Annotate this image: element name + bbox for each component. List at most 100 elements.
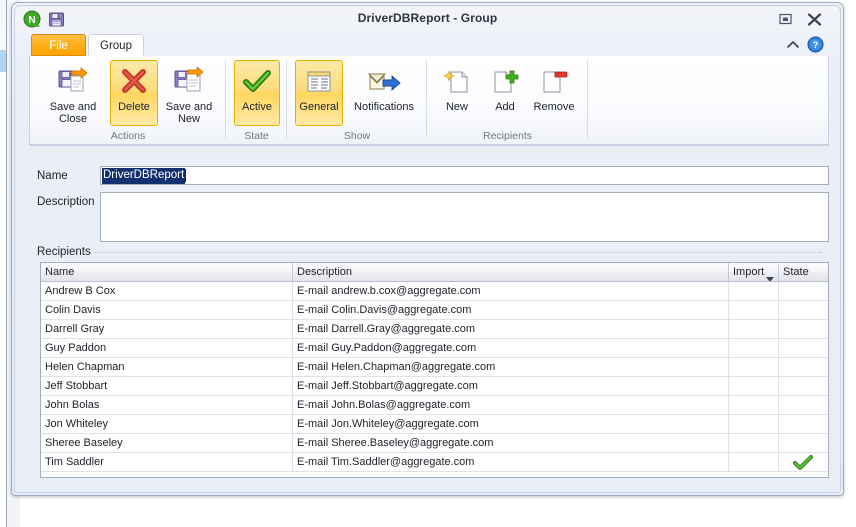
description-label: Description xyxy=(37,196,95,208)
ribbon-button-label: Add xyxy=(495,101,515,113)
cell-description: E-mail Jon.Whiteley@aggregate.com xyxy=(293,415,729,433)
table-row[interactable]: Colin Davis E-mail Colin.Davis@aggregate.… xyxy=(41,301,828,320)
description-input[interactable] xyxy=(100,192,829,242)
close-window-icon[interactable] xyxy=(805,11,824,27)
table-row[interactable]: Sheree Baseley E-mail Sheree.Baseley@aggr… xyxy=(41,434,828,453)
cell-state xyxy=(779,320,827,338)
ribbon-button-new[interactable]: New xyxy=(435,60,479,126)
tab-group[interactable]: Group xyxy=(88,34,144,56)
cell-name: Darrell Gray xyxy=(41,320,293,338)
column-header-important[interactable]: Import xyxy=(729,263,779,281)
ribbon-button-save-and-close[interactable]: Save and Close xyxy=(42,60,104,126)
window-inner: N DriverDBReport - Group File Group ? Sa… xyxy=(14,5,841,493)
table-row[interactable]: Andrew B Cox E-mail andrew.b.cox@aggregat… xyxy=(41,282,828,301)
cell-name: Jeff Stobbart xyxy=(41,377,293,395)
ribbon-bottom-divider xyxy=(30,144,828,145)
ribbon-group-state: Active State xyxy=(226,56,287,144)
save-and-close-icon xyxy=(57,65,89,99)
cell-important xyxy=(729,339,779,357)
cell-description: E-mail Jeff.Stobbart@aggregate.com xyxy=(293,377,729,395)
cell-name: Jon Whiteley xyxy=(41,415,293,433)
cell-important xyxy=(729,320,779,338)
ribbon-button-active[interactable]: Active xyxy=(234,60,280,126)
cell-description: E-mail andrew.b.cox@aggregate.com xyxy=(293,282,729,300)
ribbon-group-label: Recipients xyxy=(482,130,533,142)
ribbon-tabstrip: File Group ? xyxy=(15,34,840,56)
background-strip xyxy=(0,72,7,527)
cell-state xyxy=(779,339,827,357)
cell-description: E-mail Helen.Chapman@aggregate.com xyxy=(293,358,729,376)
tab-file[interactable]: File xyxy=(31,34,86,56)
form-area: Name DriverDBReport Description Recipien… xyxy=(15,148,840,492)
titlebar: N DriverDBReport - Group xyxy=(15,6,840,34)
save-and-new-icon xyxy=(173,65,205,99)
cell-state xyxy=(779,396,827,414)
cell-name: Sheree Baseley xyxy=(41,434,293,452)
text-caret xyxy=(185,169,187,182)
ribbon-group-label: Actions xyxy=(110,130,146,142)
background-strip xyxy=(0,0,7,26)
column-header-important-label: Import xyxy=(733,266,765,278)
table-row[interactable]: Jon Whiteley E-mail Jon.Whiteley@aggregat… xyxy=(41,415,828,434)
cell-description: E-mail Tim.Saddler@aggregate.com xyxy=(293,453,729,471)
cell-name: Andrew B Cox xyxy=(41,282,293,300)
grid-body: Andrew B Cox E-mail andrew.b.cox@aggregat… xyxy=(41,282,828,472)
ribbon-group-actions: Save and Close Delete Save and New Actio… xyxy=(30,56,226,144)
cell-name: Colin Davis xyxy=(41,301,293,319)
ribbon-button-add[interactable]: Add xyxy=(483,60,527,126)
table-row[interactable]: Guy Paddon E-mail Guy.Paddon@aggregate.co… xyxy=(41,339,828,358)
name-input-value: DriverDBReport xyxy=(102,167,186,184)
delete-x-icon xyxy=(119,65,149,99)
cell-description: E-mail Guy.Paddon@aggregate.com xyxy=(293,339,729,357)
ribbon-button-delete[interactable]: Delete xyxy=(110,60,158,126)
envelope-arrow-icon xyxy=(367,65,401,99)
name-input[interactable]: DriverDBReport xyxy=(100,166,829,185)
cell-state xyxy=(779,377,827,395)
ribbon-button-label: New xyxy=(445,101,468,113)
ribbon-button-remove[interactable]: Remove xyxy=(527,60,581,126)
chevron-up-icon[interactable] xyxy=(786,38,800,52)
cell-important xyxy=(729,301,779,319)
cell-name: John Bolas xyxy=(41,396,293,414)
cell-important xyxy=(729,358,779,376)
table-row[interactable]: Darrell Gray E-mail Darrell.Gray@aggregat… xyxy=(41,320,828,339)
chevron-down-icon[interactable] xyxy=(766,270,774,281)
cell-description: E-mail Colin.Davis@aggregate.com xyxy=(293,301,729,319)
help-question-icon[interactable]: ? xyxy=(807,36,824,53)
ribbon-button-notifications[interactable]: Notifications xyxy=(347,60,421,126)
cell-state xyxy=(779,358,827,376)
general-form-icon xyxy=(305,65,333,99)
cell-important xyxy=(729,282,779,300)
recipients-section-label: Recipients xyxy=(37,246,91,258)
ribbon-button-label: General xyxy=(299,101,339,113)
cell-name: Tim Saddler xyxy=(41,453,293,471)
background-selected-row xyxy=(0,50,7,72)
ribbon-button-label: Remove xyxy=(533,101,575,113)
column-header-description[interactable]: Description xyxy=(293,263,729,281)
window-title: DriverDBReport - Group xyxy=(357,11,498,25)
ribbon-button-label: Delete xyxy=(118,101,150,113)
cell-description: E-mail Sheree.Baseley@aggregate.com xyxy=(293,434,729,452)
cell-name: Guy Paddon xyxy=(41,339,293,357)
column-header-state[interactable]: State xyxy=(779,263,827,281)
ribbon-button-general[interactable]: General xyxy=(295,60,343,126)
table-row[interactable]: John Bolas E-mail John.Bolas@aggregate.co… xyxy=(41,396,828,415)
table-row[interactable]: Helen Chapman E-mail Helen.Chapman@aggreg… xyxy=(41,358,828,377)
new-document-icon xyxy=(443,65,471,99)
ribbon-button-label: Active xyxy=(242,101,272,113)
restore-window-icon[interactable] xyxy=(776,11,795,27)
svg-text:?: ? xyxy=(813,40,819,51)
cell-state xyxy=(779,434,827,452)
column-header-name[interactable]: Name xyxy=(41,263,293,281)
ribbon-button-save-and-new[interactable]: Save and New xyxy=(162,60,216,126)
table-row[interactable]: Tim Saddler E-mail Tim.Saddler@aggregate.… xyxy=(41,453,828,472)
cell-state xyxy=(779,282,827,300)
ribbon: Save and Close Delete Save and New Actio… xyxy=(29,56,829,146)
table-row[interactable]: Jeff Stobbart E-mail Jeff.Stobbart@aggreg… xyxy=(41,377,828,396)
ribbon-button-label: Save and New xyxy=(165,101,213,125)
recipients-grid[interactable]: Name Description Import State Andrew B C… xyxy=(40,262,829,478)
ribbon-button-label: Save and Close xyxy=(49,101,97,125)
ribbon-group-label: State xyxy=(244,130,269,142)
cell-important xyxy=(729,377,779,395)
cell-important xyxy=(729,415,779,433)
